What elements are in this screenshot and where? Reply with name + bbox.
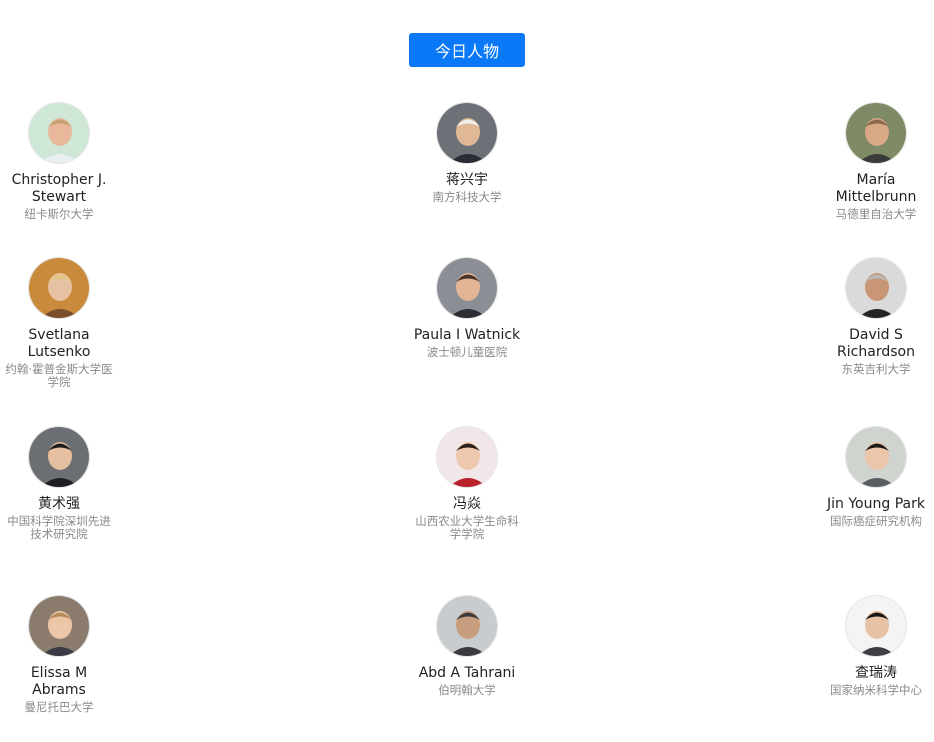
person-card[interactable]: Jin Young Park 国际癌症研究机构 bbox=[821, 426, 931, 528]
person-card[interactable]: 黄术强 中国科学院深圳先进技术研究院 bbox=[4, 426, 114, 541]
person-name[interactable]: Jin Young Park bbox=[821, 496, 931, 513]
person-name[interactable]: 冯焱 bbox=[412, 496, 522, 513]
person-avatar[interactable] bbox=[28, 595, 90, 657]
person-card[interactable]: Svetlana Lutsenko 约翰·霍普金斯大学医学院 bbox=[4, 257, 114, 389]
person-card[interactable]: 蒋兴宇 南方科技大学 bbox=[412, 102, 522, 204]
person-card[interactable]: Abd A Tahrani 伯明翰大学 bbox=[412, 595, 522, 697]
person-card[interactable]: 查瑞涛 国家纳米科学中心 bbox=[821, 595, 931, 697]
person-name[interactable]: 黄术强 bbox=[4, 496, 114, 513]
person-name[interactable]: 查瑞涛 bbox=[821, 665, 931, 682]
person-name[interactable]: Svetlana Lutsenko bbox=[4, 327, 114, 361]
person-org: 国际癌症研究机构 bbox=[830, 514, 922, 528]
person-card[interactable]: María Mittelbrunn 马德里自治大学 bbox=[821, 102, 931, 221]
person-avatar[interactable] bbox=[845, 102, 907, 164]
person-name[interactable]: 蒋兴宇 bbox=[412, 172, 522, 189]
person-card[interactable]: 冯焱 山西农业大学生命科学学院 bbox=[412, 426, 522, 541]
person-org: 南方科技大学 bbox=[432, 190, 502, 204]
person-org: 东英吉利大学 bbox=[841, 362, 911, 376]
person-card[interactable]: Elissa M Abrams 曼尼托巴大学 bbox=[4, 595, 114, 714]
person-name[interactable]: María Mittelbrunn bbox=[821, 172, 931, 206]
person-org: 曼尼托巴大学 bbox=[24, 700, 94, 714]
person-avatar[interactable] bbox=[436, 257, 498, 319]
people-grid: Christopher J. Stewart 纽卡斯尔大学 蒋兴宇 南方科技大学… bbox=[0, 0, 934, 742]
person-avatar[interactable] bbox=[28, 426, 90, 488]
person-name[interactable]: Abd A Tahrani bbox=[412, 665, 522, 682]
person-avatar[interactable] bbox=[845, 595, 907, 657]
person-org: 伯明翰大学 bbox=[438, 683, 496, 697]
person-org: 山西农业大学生命科学学院 bbox=[415, 514, 519, 541]
person-org: 马德里自治大学 bbox=[835, 207, 917, 221]
person-avatar[interactable] bbox=[28, 102, 90, 164]
person-org: 国家纳米科学中心 bbox=[830, 683, 922, 697]
person-avatar[interactable] bbox=[436, 102, 498, 164]
person-avatar[interactable] bbox=[845, 426, 907, 488]
person-name[interactable]: Elissa M Abrams bbox=[4, 665, 114, 699]
person-name[interactable]: Paula I Watnick bbox=[412, 327, 522, 344]
person-avatar[interactable] bbox=[436, 426, 498, 488]
person-card[interactable]: David S Richardson 东英吉利大学 bbox=[821, 257, 931, 376]
person-avatar[interactable] bbox=[845, 257, 907, 319]
person-name[interactable]: David S Richardson bbox=[821, 327, 931, 361]
person-org: 中国科学院深圳先进技术研究院 bbox=[7, 514, 111, 541]
person-org: 波士顿儿童医院 bbox=[426, 345, 508, 359]
person-avatar[interactable] bbox=[28, 257, 90, 319]
person-org: 纽卡斯尔大学 bbox=[24, 207, 94, 221]
person-avatar[interactable] bbox=[436, 595, 498, 657]
person-org: 约翰·霍普金斯大学医学院 bbox=[5, 362, 113, 389]
person-name[interactable]: Christopher J. Stewart bbox=[4, 172, 114, 206]
person-card[interactable]: Christopher J. Stewart 纽卡斯尔大学 bbox=[4, 102, 114, 221]
person-card[interactable]: Paula I Watnick 波士顿儿童医院 bbox=[412, 257, 522, 359]
